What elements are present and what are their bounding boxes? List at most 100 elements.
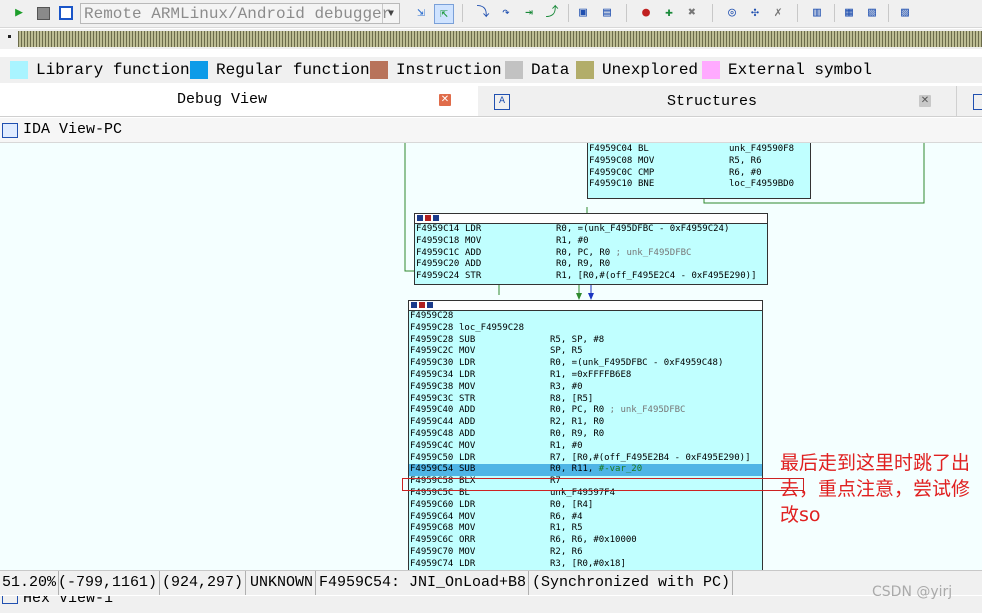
stop-icon[interactable]	[57, 4, 75, 22]
hex-view-bar[interactable]: Hex View-1	[0, 596, 982, 613]
code-address: F4959C40	[410, 405, 454, 416]
code-row[interactable]: F4959C38 MOV R3, #0	[409, 382, 762, 394]
debugger-select[interactable]: Remote ARMLinux/Android debugger ▼	[80, 3, 400, 24]
code-block-top[interactable]: F4959C04 BL unk_F49590F8 F4959C08 MOV R5, R6 F…	[587, 143, 811, 199]
pause-icon[interactable]	[34, 4, 52, 22]
attach-icon[interactable]: ⇲	[412, 4, 430, 22]
code-operands: R3, [R0,#0x18]	[550, 558, 626, 569]
code-row[interactable]: F4959C28 loc_F4959C28	[409, 323, 762, 335]
code-row[interactable]: F4959C1C ADD R0, PC, R0 ; unk_F495DFBC	[415, 248, 767, 260]
code-row[interactable]: F4959C54 SUB R0, R11, #-var_20	[409, 464, 762, 477]
code-row[interactable]: F4959C28 SUB R5, SP, #8	[409, 335, 762, 347]
annotation-note: 最后走到这里时跳了出去，重点注意，尝试修改so	[780, 452, 971, 526]
tab-debug-view[interactable]: Debug View ✕	[0, 86, 478, 116]
status-coords: (-799,1161)	[56, 571, 161, 595]
code-row[interactable]: F4959C08 MOV R5, R6	[588, 156, 810, 168]
code-address: F4959C24	[416, 271, 460, 282]
tab-bar: Debug View ✕ A Structures ✕	[0, 86, 982, 117]
code-row[interactable]: F4959C40 ADD R0, PC, R0 ; unk_F495DFBC	[409, 405, 762, 417]
code-operands: R0, R11, #-var_20	[550, 464, 643, 475]
chevron-down-icon[interactable]: ▼	[382, 4, 399, 23]
code-row[interactable]: F4959C74 LDR R3, [R0,#0x18]	[409, 559, 762, 570]
code-operands: R1, =0xFFFFB6E8	[550, 369, 632, 380]
code-row[interactable]: F4959C04 BL unk_F49590F8	[588, 144, 810, 156]
code-row[interactable]: F4959C6C ORR R6, R6, #0x10000	[409, 535, 762, 547]
legend-label: Unexplored	[602, 61, 699, 79]
code-row[interactable]: F4959C28	[409, 311, 762, 323]
code-mnemonic: BNE	[638, 179, 655, 190]
code-mnemonic: LDR	[459, 499, 476, 510]
navigation-strip[interactable]	[18, 31, 982, 47]
code-row[interactable]: F4959C20 ADD R0, R9, R0	[415, 259, 767, 271]
delete-watch-icon[interactable]: ✗	[769, 4, 787, 22]
code-mnemonic: LDR	[459, 452, 476, 463]
tab-label: Debug View	[177, 91, 268, 108]
code-address: F4959C2C	[410, 346, 454, 357]
trace-icon[interactable]: ▨	[896, 4, 914, 22]
code-row[interactable]: F4959C64 MOV R6, #4	[409, 512, 762, 524]
navigation-band[interactable]	[0, 29, 982, 49]
code-row[interactable]: F4959C18 MOV R1, #0	[415, 236, 767, 248]
view-title: IDA View-PC	[23, 121, 123, 138]
code-operands: R7, [R0,#(off_F495E2B4 - 0xF495E290)]	[550, 452, 751, 463]
code-row[interactable]: F4959C24 STR R1, [R0,#(off_F495E2C4 - 0xF4…	[415, 271, 767, 283]
code-row[interactable]: F4959C4C MOV R1, #0	[409, 441, 762, 453]
code-row[interactable]: F4959C10 BNE loc_F4959BD0	[588, 179, 810, 191]
code-row[interactable]: F4959C34 LDR R1, =0xFFFFB6E8	[409, 370, 762, 382]
breakpoint-icon[interactable]: ●	[637, 4, 655, 22]
step-into-icon[interactable]: ⤵	[474, 4, 492, 22]
code-row[interactable]: F4959C68 MOV R1, R5	[409, 523, 762, 535]
code-mnemonic: MOV	[459, 440, 476, 451]
close-icon[interactable]: ✕	[919, 95, 931, 107]
delete-breakpoint-icon[interactable]: ✖	[683, 4, 701, 22]
code-operands: R2, R1, R0	[550, 417, 605, 428]
legend-swatch	[576, 61, 594, 79]
run-to-cursor-icon[interactable]: ⇥	[520, 4, 538, 22]
play-icon[interactable]: ▶	[10, 4, 28, 22]
code-row[interactable]: F4959C3C STR R8, [R5]	[409, 394, 762, 406]
code-row[interactable]: F4959C44 ADD R2, R1, R0	[409, 417, 762, 429]
code-mnemonic: ADD	[465, 259, 482, 270]
code-row[interactable]: F4959C0C CMP R6, #0	[588, 168, 810, 180]
code-address: F4959C04	[589, 144, 633, 154]
code-block-bottom[interactable]: F4959C28 F4959C28 loc_F4959C28 F4959C28 SUB R…	[408, 300, 763, 570]
close-icon[interactable]: ✕	[439, 94, 451, 106]
legend-item: Data	[505, 60, 569, 80]
code-mnemonic: LDR	[465, 224, 482, 234]
tab-overflow[interactable]	[956, 86, 982, 116]
legend-label: Regular function	[216, 61, 370, 79]
detach-icon[interactable]: ⇱	[434, 4, 454, 24]
code-mnemonic: MOV	[459, 381, 476, 392]
code-address: F4959C18	[416, 235, 460, 246]
status-bar: 51.20% (-799,1161) (924,297) UNKNOWN F49…	[0, 570, 982, 595]
code-mnemonic: LDR	[459, 369, 476, 380]
code-row[interactable]: F4959C70 MOV R2, R6	[409, 547, 762, 559]
window-icon[interactable]: ▤	[598, 4, 616, 22]
code-address: F4959C34	[410, 369, 454, 380]
code-mnemonic: STR	[459, 393, 476, 404]
code-row[interactable]: F4959C2C MOV SP, R5	[409, 346, 762, 358]
code-address: F4959C50	[410, 452, 454, 463]
code-row[interactable]: F4959C48 ADD R0, R9, R0	[409, 429, 762, 441]
trace-icon[interactable]: ▦	[840, 4, 858, 22]
tab-icon	[973, 94, 982, 110]
code-operands: R0, R9, R0	[550, 428, 605, 439]
code-address: F4959C0C	[589, 167, 633, 178]
trace-icon[interactable]: ▥	[808, 4, 826, 22]
step-out-icon[interactable]: ⤴	[543, 4, 561, 22]
code-row[interactable]: F4959C30 LDR R0, =(unk_F495DFBC - 0xF4959C…	[409, 358, 762, 370]
step-over-icon[interactable]: ↷	[497, 4, 515, 22]
watch-icon[interactable]: ◎	[723, 4, 741, 22]
code-row[interactable]: F4959C14 LDR R0, =(unk_F495DFBC - 0xF4959C…	[415, 224, 767, 236]
trace-icon[interactable]: ▧	[863, 4, 881, 22]
code-row[interactable]: F4959C60 LDR R0, [R4]	[409, 500, 762, 512]
window-icon[interactable]: ▣	[574, 4, 592, 22]
add-watch-icon[interactable]: ✣	[746, 4, 764, 22]
code-operands: R1, #0	[556, 235, 589, 246]
code-address: F4959C10	[589, 179, 633, 190]
code-row[interactable]: F4959C50 LDR R7, [R0,#(off_F495E2B4 - 0xF4…	[409, 453, 762, 465]
add-breakpoint-icon[interactable]: ✚	[660, 4, 678, 22]
tab-structures[interactable]: A Structures ✕	[478, 86, 956, 116]
code-block-middle[interactable]: F4959C14 LDR R0, =(unk_F495DFBC - 0xF4959C…	[414, 213, 768, 285]
code-mnemonic: MOV	[638, 155, 655, 166]
